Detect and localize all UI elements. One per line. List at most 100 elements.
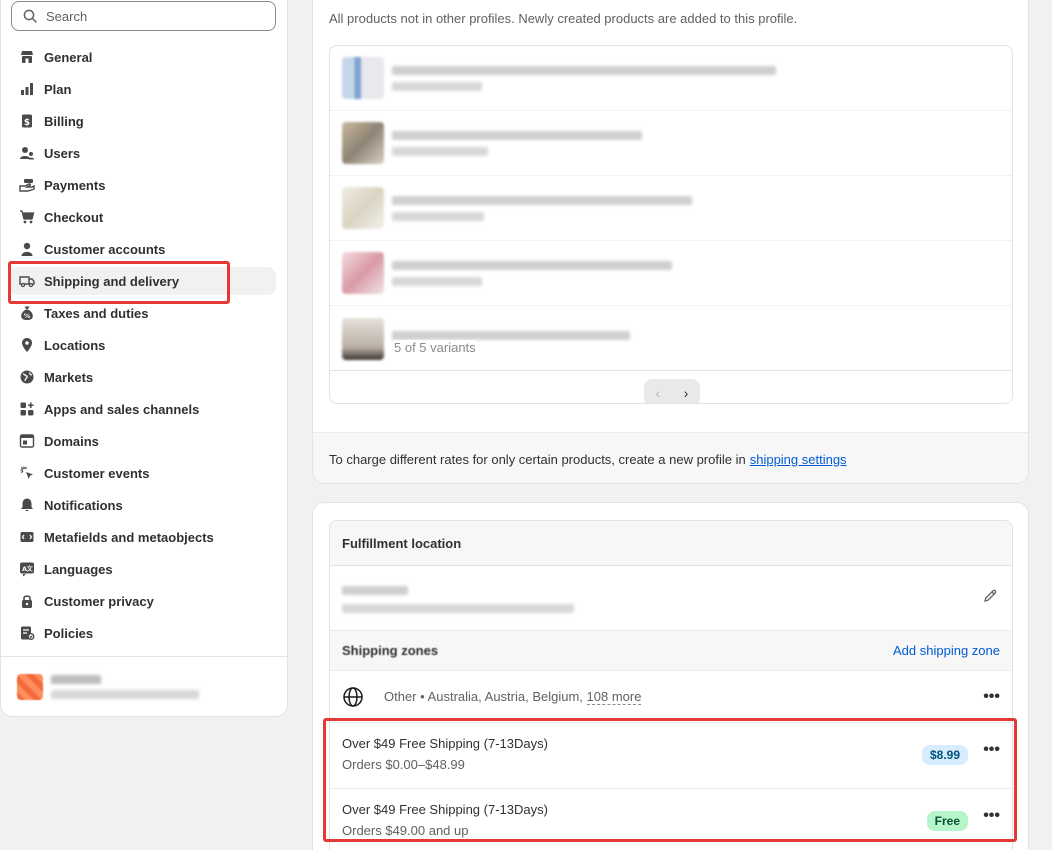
location-pin-icon xyxy=(19,337,35,353)
nav-item-markets[interactable]: Markets xyxy=(9,363,276,391)
nav-item-general[interactable]: General xyxy=(9,43,276,71)
nav-label: Billing xyxy=(44,113,84,129)
fulfillment-box: Fulfillment location Shipping zones Add … xyxy=(329,520,1013,850)
product-row[interactable] xyxy=(330,241,1012,306)
nav-item-languages[interactable]: A文 Languages xyxy=(9,555,276,583)
svg-text:文: 文 xyxy=(26,565,34,573)
shipping-settings-link[interactable]: shipping settings xyxy=(750,452,847,467)
bell-icon xyxy=(19,497,35,513)
money-bag-icon: % xyxy=(19,305,35,321)
nav-label: Metafields and metaobjects xyxy=(44,529,214,545)
nav-item-plan[interactable]: Plan xyxy=(9,75,276,103)
product-row[interactable] xyxy=(330,111,1012,176)
nav-label: Taxes and duties xyxy=(44,305,149,321)
variants-count: 5 of 5 variants xyxy=(394,340,476,355)
footer-text: To charge different rates for only certa… xyxy=(329,451,746,467)
nav-item-domains[interactable]: Domains xyxy=(9,427,276,455)
shipping-zones-header: Shipping zones Add shipping zone xyxy=(330,631,1012,671)
rate-condition: Orders $0.00–$48.99 xyxy=(342,757,465,772)
nav-item-customer-privacy[interactable]: Customer privacy xyxy=(9,587,276,615)
rate-condition: Orders $49.00 and up xyxy=(342,823,469,838)
nav-item-policies[interactable]: Policies xyxy=(9,619,276,647)
shipping-rate-row[interactable]: Over $49 Free Shipping (7-13Days) Orders… xyxy=(330,788,1012,850)
nav-label: Customer privacy xyxy=(44,593,154,609)
fulfillment-heading: Fulfillment location xyxy=(330,521,1012,566)
rate-price-badge: Free xyxy=(926,811,968,831)
store-switcher[interactable] xyxy=(17,674,199,700)
shipping-rate-row[interactable]: Over $49 Free Shipping (7-13Days) Orders… xyxy=(330,723,1012,788)
products-card: All products not in other profiles. Newl… xyxy=(312,0,1029,484)
store-info-redacted xyxy=(51,675,199,699)
person-icon xyxy=(19,241,35,257)
shipping-zones-title: Shipping zones xyxy=(342,643,439,658)
zone-more-link[interactable]: 108 more xyxy=(586,689,642,705)
more-actions-icon[interactable]: ••• xyxy=(983,741,1000,759)
cursor-click-icon xyxy=(19,465,35,481)
apps-icon xyxy=(19,401,35,417)
fulfillment-card: Fulfillment location Shipping zones Add … xyxy=(312,502,1029,850)
svg-text:$: $ xyxy=(24,118,30,128)
nav-item-notifications[interactable]: Notifications xyxy=(9,491,276,519)
nav-label: Checkout xyxy=(44,209,104,225)
payment-hand-icon xyxy=(19,177,35,193)
nav-item-locations[interactable]: Locations xyxy=(9,331,276,359)
nav-item-checkout[interactable]: Checkout xyxy=(9,203,276,231)
rate-name: Over $49 Free Shipping (7-13Days) xyxy=(342,802,548,817)
nav-item-billing[interactable]: $ Billing xyxy=(9,107,276,135)
globe-icon xyxy=(343,686,363,707)
nav-item-customer-accounts[interactable]: Customer accounts xyxy=(9,235,276,263)
nav-label: Domains xyxy=(44,433,99,449)
policy-icon xyxy=(19,625,35,641)
add-shipping-zone-button[interactable]: Add shipping zone xyxy=(893,643,1000,658)
globe-markets-icon xyxy=(19,369,35,385)
location-address-redacted xyxy=(330,566,1012,631)
shipping-zone-row[interactable]: Other • Australia, Austria, Belgium, 108… xyxy=(330,671,1012,723)
language-icon: A文 xyxy=(19,561,35,577)
store-icon xyxy=(19,49,35,65)
search-input[interactable]: Search xyxy=(11,1,276,31)
product-row[interactable] xyxy=(330,176,1012,241)
receipt-dollar-icon: $ xyxy=(19,113,35,129)
nav-label: Users xyxy=(44,145,81,161)
product-row[interactable] xyxy=(330,306,1012,371)
product-row[interactable] xyxy=(330,46,1012,111)
domain-icon xyxy=(19,433,35,449)
nav-item-shipping-and-delivery[interactable]: Shipping and delivery xyxy=(9,267,276,295)
more-actions-icon[interactable]: ••• xyxy=(983,688,1000,706)
pagination-bar: ‹ › xyxy=(330,370,1012,403)
nav-label: Languages xyxy=(44,561,113,577)
nav-item-users[interactable]: Users xyxy=(9,139,276,167)
product-thumbnail xyxy=(342,187,384,229)
nav-item-apps-and-sales-channels[interactable]: Apps and sales channels xyxy=(9,395,276,423)
nav-item-payments[interactable]: Payments xyxy=(9,171,276,199)
rate-price-badge: $8.99 xyxy=(921,745,968,765)
search-placeholder: Search xyxy=(46,8,88,24)
nav-label: Customer events xyxy=(44,465,150,481)
nav-label: General xyxy=(44,49,93,65)
sidebar-divider xyxy=(1,656,287,657)
chevron-left-icon[interactable]: ‹ xyxy=(644,379,672,403)
nav-label: Locations xyxy=(44,337,106,353)
product-thumbnail xyxy=(342,317,384,360)
chevron-right-icon[interactable]: › xyxy=(672,379,700,403)
metafields-icon xyxy=(19,529,35,545)
truck-icon xyxy=(19,273,35,289)
products-footer: To charge different rates for only certa… xyxy=(313,432,1028,483)
nav-label: Markets xyxy=(44,369,94,385)
nav-item-metafields-and-metaobjects[interactable]: Metafields and metaobjects xyxy=(9,523,276,551)
plan-chart-icon xyxy=(19,81,35,97)
lock-icon xyxy=(19,593,35,609)
nav-item-taxes-and-duties[interactable]: % Taxes and duties xyxy=(9,299,276,327)
edit-pencil-icon[interactable] xyxy=(982,588,998,604)
product-thumbnail xyxy=(342,57,384,99)
product-list: 5 of 5 variants ‹ › xyxy=(329,45,1013,404)
nav-label: Shipping and delivery xyxy=(44,273,180,289)
svg-text:%: % xyxy=(24,312,31,320)
nav-label: Customer accounts xyxy=(44,241,166,257)
rate-name: Over $49 Free Shipping (7-13Days) xyxy=(342,736,548,751)
products-description: All products not in other profiles. Newl… xyxy=(329,11,798,26)
nav-item-customer-events[interactable]: Customer events xyxy=(9,459,276,487)
search-icon xyxy=(23,9,37,23)
more-actions-icon[interactable]: ••• xyxy=(983,807,1000,825)
pagination: ‹ › xyxy=(644,379,700,403)
